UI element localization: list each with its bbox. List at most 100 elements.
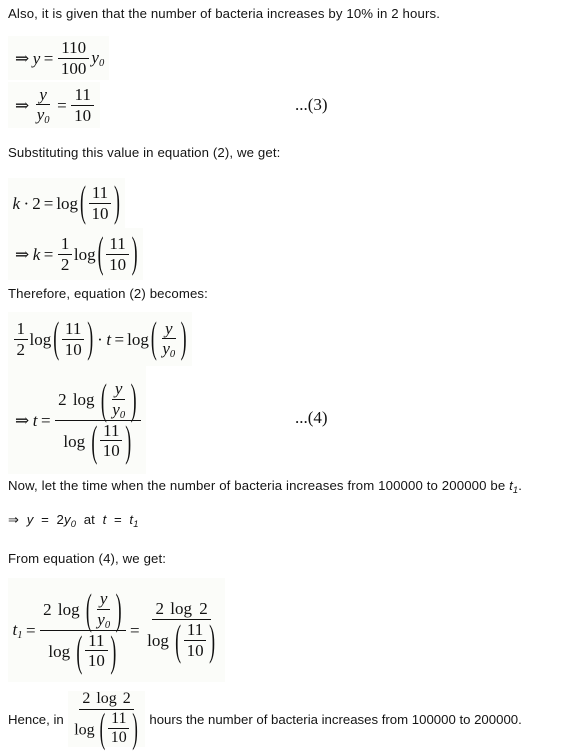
hence-conclusion-line: Hence, in 2 log 2 log ( 11 10 ) hours th… (8, 690, 522, 752)
fraction-t1-right: 2 log 2 log ( 11 10 ) (144, 599, 219, 662)
fraction-numerator: 11 (62, 320, 85, 340)
equals-sign: = (43, 193, 54, 213)
fraction-numerator: y (111, 380, 126, 400)
right-paren: ) (132, 704, 138, 752)
fraction-numerator: 1 (13, 320, 28, 340)
fraction-denominator: 2 (16, 339, 26, 359)
coefficient-2: 2 (82, 690, 91, 707)
fraction-numerator: y (161, 319, 176, 340)
variable-y: y (32, 48, 41, 68)
log-function: log (57, 600, 80, 620)
left-paren: ( (91, 415, 98, 465)
therefore-paragraph: Therefore, equation (2) becomes: (8, 286, 208, 301)
right-paren: ) (209, 615, 216, 665)
fraction-110-over-100: 110 100 (58, 39, 90, 77)
now-let-text: Now, let the time when the number of bac… (8, 478, 510, 493)
log-function: log (29, 329, 52, 349)
fraction-denominator: 10 (91, 203, 109, 223)
equals-sign: = (26, 620, 36, 640)
implies-arrow-icon: ⇒ (15, 95, 30, 115)
fraction-11-over-10: 11 10 (62, 320, 85, 358)
log-argument-2: 2 (199, 599, 208, 619)
fraction-1-over-2: 1 2 (57, 235, 73, 274)
log-function: log (127, 329, 149, 349)
parenthesis-group: ( 11 10 ) (75, 628, 117, 672)
fraction-eq4-main: 2 log ( y y0 ) log ( 11 10 ) (55, 374, 141, 462)
left-paren: ( (150, 312, 157, 362)
equation-k-solved: ⇒ k = 1 2 log ( 11 10 ) (8, 228, 143, 280)
at-word: at (83, 512, 95, 527)
fraction-numerator: 110 (58, 39, 90, 59)
right-paren: ) (114, 176, 120, 226)
fraction-numerator: 11 (88, 184, 112, 204)
parenthesis-group: ( 11 10 ) (90, 418, 132, 462)
fraction-numerator: 11 (100, 421, 123, 442)
fraction-11-over-10: 11 10 (183, 621, 207, 660)
fraction-11-over-10: 11 10 (108, 710, 130, 747)
fraction-y-over-y0: y y0 (94, 590, 113, 631)
hence-suffix-text: hours the number of bacteria increases f… (149, 712, 522, 728)
equals-sign: = (57, 95, 67, 115)
right-paren: ) (125, 415, 132, 465)
fraction-numerator: y (36, 85, 50, 106)
fraction-denominator: log ( 11 10 ) (45, 628, 120, 672)
fraction-numerator: 1 (57, 235, 73, 255)
fraction-y-over-y0: y y0 (159, 319, 178, 361)
fraction-numerator: 11 (71, 86, 94, 106)
fraction-denominator: 10 (64, 339, 82, 359)
coefficient-2: 2 (155, 599, 164, 619)
equals-sign: = (43, 244, 54, 264)
fraction-denominator: 10 (110, 729, 127, 747)
fraction-denominator: 100 (60, 58, 87, 78)
multiplication-dot: · (23, 193, 30, 213)
left-paren: ( (99, 704, 106, 752)
variable-k: k (12, 193, 21, 213)
fraction-denominator: 10 (102, 441, 120, 461)
implies-arrow-icon: ⇒ (15, 410, 30, 430)
multiplication-dot: · (97, 329, 103, 349)
fraction-t1-left: 2 log ( y y0 ) log ( 11 10 ) (40, 584, 126, 672)
equation-t1-final: t1 = 2 log ( y y0 ) log ( 11 10 ) = 2 lo… (8, 578, 225, 682)
coefficient-2: 2 (56, 512, 65, 527)
fraction-denominator: log ( 11 10 ) (60, 418, 135, 462)
equals-sign: = (41, 512, 49, 527)
inline-fraction-2log2-over-log-11-10: 2 log 2 log ( 11 10 ) (67, 690, 146, 752)
equation-y-ratio: ⇒ y = 110 100 y0 (8, 36, 109, 80)
equals-sign: = (114, 329, 125, 349)
equation-2-becomes: 1 2 log ( 11 10 ) · t = log ( y y0 ) (8, 312, 192, 366)
parenthesis-group: ( y y0 ) (85, 584, 123, 634)
fraction-denominator: 10 (109, 254, 127, 274)
left-paren: ( (85, 584, 92, 634)
log-function: log (72, 390, 95, 410)
fraction-denominator: y0 (162, 339, 176, 361)
variable-y-zero: y0 (91, 48, 105, 70)
parenthesis-group: ( y y0 ) (100, 374, 138, 424)
number-2: 2 (32, 193, 41, 213)
coefficient-2: 2 (43, 600, 52, 620)
fraction-11-over-10: 11 10 (71, 86, 94, 124)
fraction-denominator: 10 (74, 105, 92, 125)
left-paren: ( (76, 625, 83, 675)
left-paren: ( (100, 374, 107, 424)
equation-k-times-2: k · 2 = log ( 11 10 ) (8, 178, 125, 228)
left-paren: ( (53, 312, 60, 362)
fraction-y-over-y0: y y0 (34, 85, 53, 127)
fraction-11-over-10: 11 10 (88, 184, 112, 223)
log-function: log (73, 244, 96, 264)
condition-line: ⇒ y = 2y0 at t = t1 (8, 512, 139, 528)
substituting-paragraph: Substituting this value in equation (2),… (8, 145, 281, 160)
fraction-numerator: 2 log ( y y0 ) (55, 374, 141, 424)
parenthesis-group: ( 11 10 ) (174, 617, 216, 661)
fraction-11-over-10: 11 10 (85, 631, 108, 670)
log-function: log (56, 193, 79, 213)
fraction-denominator: y0 (36, 105, 50, 127)
variable-t1: t1 (12, 620, 23, 642)
fraction-11-over-10: 11 10 (100, 421, 123, 461)
log-function: log (48, 641, 71, 661)
right-paren: ) (131, 227, 138, 277)
fraction-1-over-2: 1 2 (13, 320, 28, 359)
parenthesis-group: ( y y0 ) (150, 312, 188, 362)
fraction-denominator: 10 (186, 640, 204, 660)
fraction-denominator: 2 (60, 254, 70, 274)
parenthesis-group: ( 11 10 ) (97, 227, 139, 277)
